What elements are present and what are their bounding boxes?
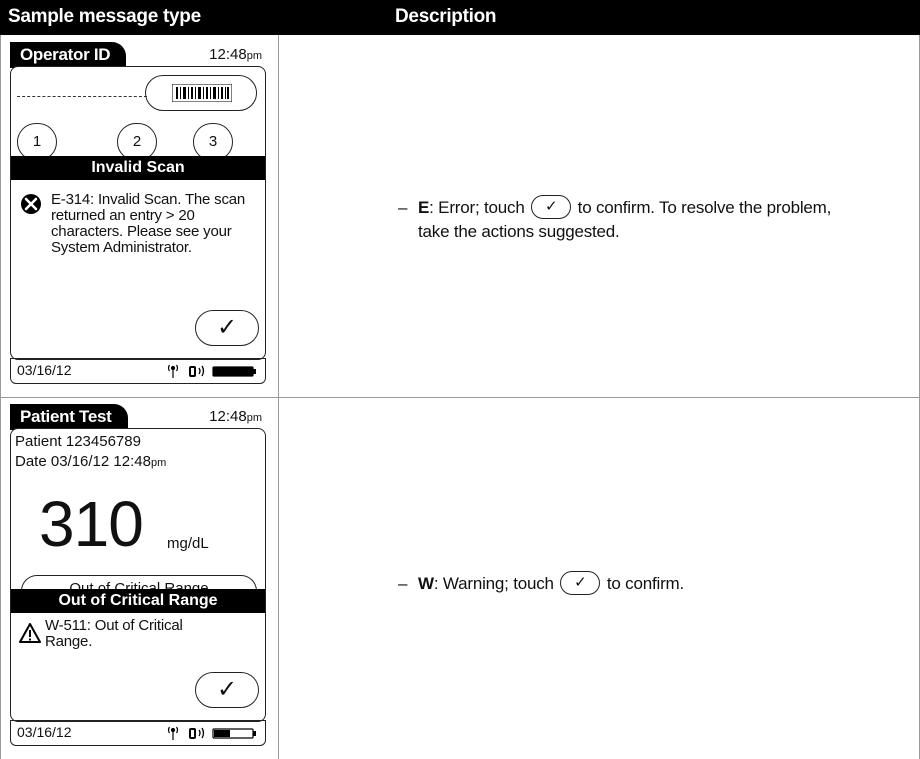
dialog-message: W-511: Out of Critical Range. [45, 617, 183, 650]
status-bar: 03/16/12 [10, 720, 266, 746]
status-icons [167, 364, 256, 378]
dialog-title: Invalid Scan [11, 156, 265, 180]
antenna-icon [167, 726, 179, 740]
error-code: E [418, 198, 430, 217]
battery-icon [212, 366, 256, 377]
description-error: – E: Error; touch ✓ to confirm. To resolv… [398, 195, 831, 244]
table-header: Sample message type Description [0, 0, 920, 35]
scan-button[interactable] [145, 75, 257, 111]
screen-title: Patient Test [10, 404, 128, 430]
confirm-button[interactable]: ✓ [195, 310, 259, 346]
warning-triangle-icon [19, 623, 41, 643]
battery-icon [212, 728, 256, 739]
barcode-icon [172, 84, 232, 102]
page: Sample message type Description Operator… [0, 0, 920, 759]
patient-line: Patient 123456789 [15, 433, 141, 450]
warning-code: W [418, 574, 434, 593]
result-value: 310 [39, 488, 144, 560]
screen-body: 1 2 3 Invalid Scan E-314: Invalid Scan. … [10, 66, 266, 360]
x-circle-icon [21, 194, 41, 214]
screen-title: Operator ID [10, 42, 127, 68]
date-line: Date 03/16/12 12:48pm [15, 453, 167, 470]
wireless-icon [189, 727, 205, 739]
operator-id-field[interactable] [17, 96, 147, 97]
status-bar: 03/16/12 [10, 358, 266, 384]
screen-body: Patient 123456789 Date 03/16/12 12:48pm … [10, 428, 266, 722]
screen-time: 12:48pm [209, 408, 262, 425]
device-screen-patient-test: Patient Test 12:48pm Patient 123456789 D… [10, 404, 266, 748]
antenna-icon [167, 364, 179, 378]
status-date: 03/16/12 [17, 362, 72, 378]
description-warning: – W: Warning; touch ✓ to confirm. [398, 571, 684, 596]
checkmark-icon: ✓ [531, 195, 572, 220]
row-divider [0, 397, 920, 398]
dialog-message: E-314: Invalid Scan. The scan returned a… [51, 191, 246, 256]
column-header-sample: Sample message type [8, 6, 201, 27]
result-unit: mg/dL [167, 535, 209, 552]
column-header-description: Description [395, 6, 497, 27]
dialog-title: Out of Critical Range [11, 589, 265, 613]
screen-time: 12:48pm [209, 46, 262, 63]
checkmark-icon: ✓ [560, 571, 601, 596]
status-date: 03/16/12 [17, 724, 72, 740]
wireless-icon [189, 365, 205, 377]
confirm-button[interactable]: ✓ [195, 672, 259, 708]
device-screen-operator-id: Operator ID 12:48pm 1 2 3 Invalid Scan E… [10, 42, 266, 386]
status-icons [167, 726, 256, 740]
